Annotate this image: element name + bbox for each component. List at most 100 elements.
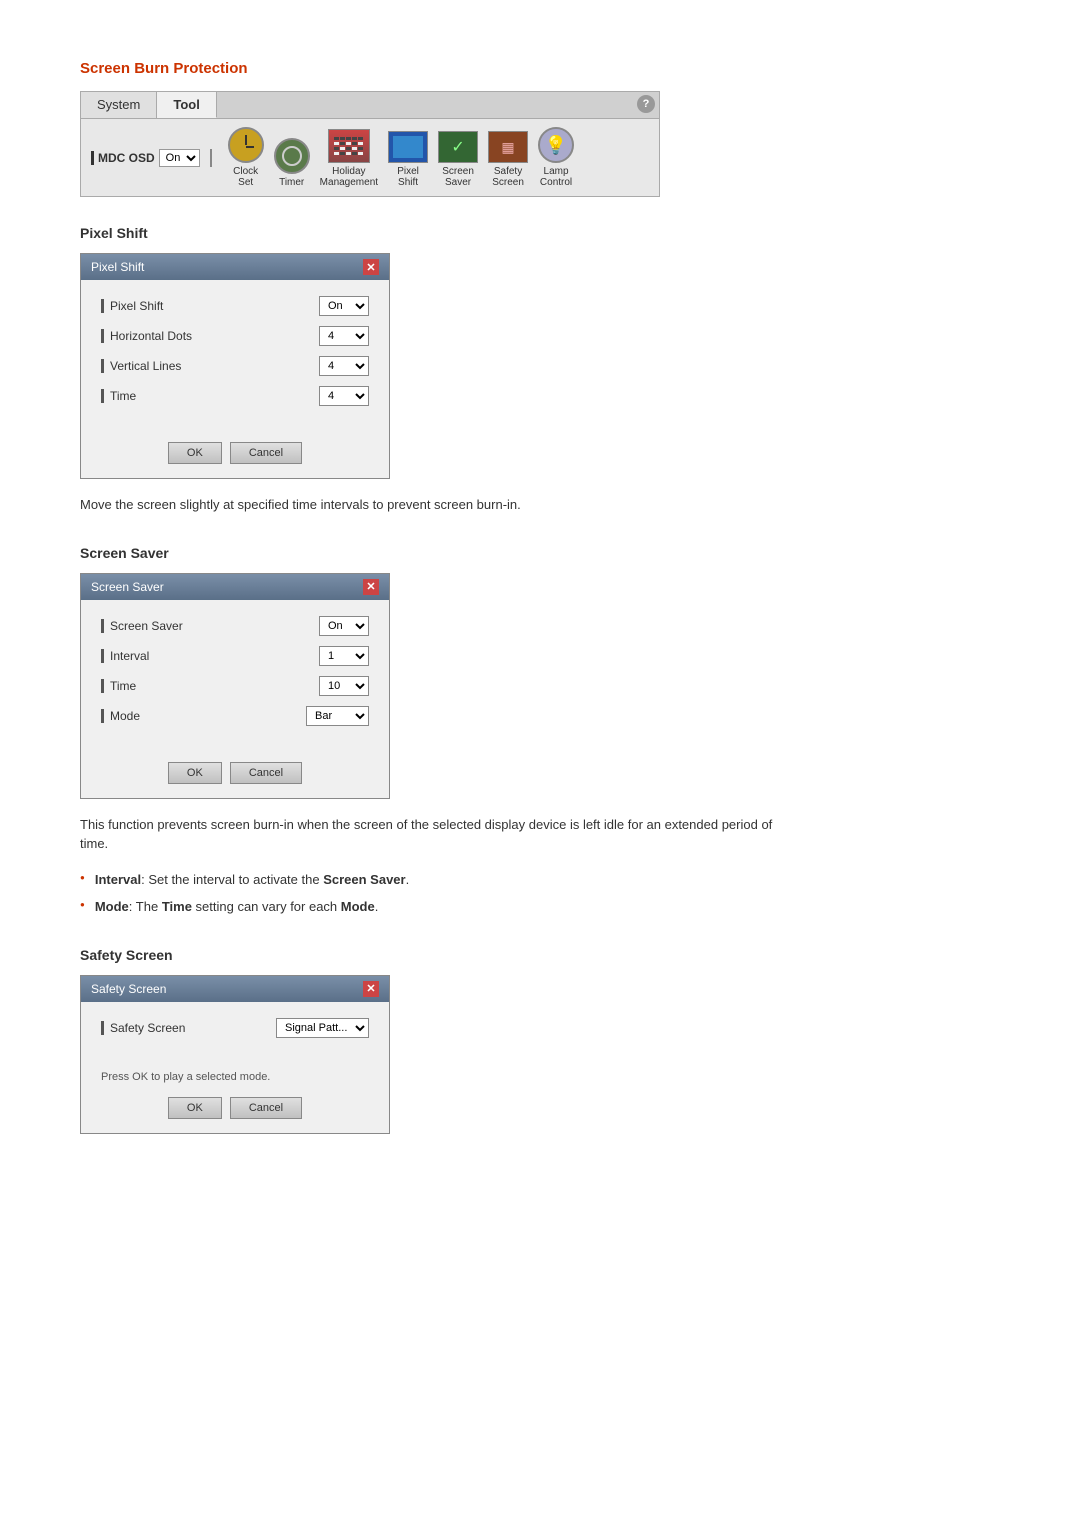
screen-saver-close-button[interactable]: ✕	[363, 579, 379, 595]
screen-saver-label-1: Interval	[101, 649, 319, 663]
mdc-osd-select[interactable]: On Off	[159, 149, 200, 167]
toolbar-icon-clock-set[interactable]: ClockSet	[228, 127, 264, 188]
timer-icon	[274, 138, 310, 174]
screen-saver-control-3: BarEraserPixel	[306, 706, 369, 726]
screen-saver-control-1: 123	[319, 646, 369, 666]
pixel-shift-ok-button[interactable]: OK	[168, 442, 222, 464]
safety-screen-row-0: Safety Screen Signal Patt...ScrollBar	[101, 1018, 369, 1038]
pixel-shift-row-0: Pixel Shift OnOff	[101, 296, 369, 316]
toolbar-body: MDC OSD On Off ClockSet Timer	[81, 119, 659, 196]
screen-saver-row-3: Mode BarEraserPixel	[101, 706, 369, 726]
pixel-shift-control-1: 4321	[319, 326, 369, 346]
bullet-sep-interval: : Set the interval to activate the	[141, 872, 323, 887]
toolbar-icon-safety-screen[interactable]: ▦ SafetyScreen	[488, 131, 528, 188]
pixel-shift-label-3: Time	[101, 389, 319, 403]
screen-saver-control-2: 102030	[319, 676, 369, 696]
safety-screen-icon: ▦	[488, 131, 528, 163]
tab-system[interactable]: System	[81, 92, 157, 118]
screen-saver-row-1: Interval 123	[101, 646, 369, 666]
help-button[interactable]: ?	[637, 95, 655, 113]
pixel-shift-dialog-titlebar: Pixel Shift ✕	[81, 254, 389, 280]
safety-screen-cancel-button[interactable]: Cancel	[230, 1097, 302, 1119]
screen-saver-label-0: Screen Saver	[101, 619, 319, 633]
screen-saver-check-icon: ✓	[451, 137, 464, 157]
bullet-end-interval: .	[406, 872, 410, 887]
screen-saver-section: Screen Saver Screen Saver ✕ Screen Saver…	[80, 545, 1000, 917]
bullet-dot-mode: ●	[80, 899, 85, 911]
pixel-shift-label: PixelShift	[397, 166, 419, 188]
toolbar-panel: System Tool ? MDC OSD On Off ClockSet Ti…	[80, 91, 660, 197]
holiday-row3	[331, 147, 367, 150]
bullet-bold-screen-saver: Screen Saver	[323, 872, 405, 887]
lamp-control-icon: 💡	[538, 127, 574, 163]
bullet-bold-mode2: Mode	[341, 899, 375, 914]
mdc-osd-label: MDC OSD	[91, 151, 155, 165]
screen-saver-dialog-body: Screen Saver OnOff Interval 123 Time	[81, 600, 389, 752]
bullet-bold-time: Time	[162, 899, 192, 914]
screen-saver-subtitle: Screen Saver	[80, 545, 1000, 561]
toolbar-tabs: System Tool ?	[81, 92, 659, 119]
pixel-shift-control-3: 4321	[319, 386, 369, 406]
pixel-shift-control-0: OnOff	[319, 296, 369, 316]
screen-saver-label: ScreenSaver	[442, 166, 474, 188]
screen-saver-row-2: Time 102030	[101, 676, 369, 696]
toolbar-icon-pixel-shift[interactable]: PixelShift	[388, 131, 428, 188]
safety-screen-subtitle: Safety Screen	[80, 947, 1000, 963]
timer-label: Timer	[279, 177, 304, 188]
safety-screen-control-0: Signal Patt...ScrollBar	[276, 1018, 369, 1038]
safety-screen-select-0[interactable]: Signal Patt...ScrollBar	[276, 1018, 369, 1038]
pixel-shift-cancel-button[interactable]: Cancel	[230, 442, 302, 464]
toolbar-icon-timer[interactable]: Timer	[274, 138, 310, 188]
screen-saver-select-2[interactable]: 102030	[319, 676, 369, 696]
safety-screen-dialog-footer: OK Cancel	[81, 1087, 389, 1133]
pixel-shift-select-3[interactable]: 4321	[319, 386, 369, 406]
screen-saver-cancel-button[interactable]: Cancel	[230, 762, 302, 784]
tab-tool[interactable]: Tool	[157, 92, 216, 118]
safety-screen-dialog-titlebar: Safety Screen ✕	[81, 976, 389, 1002]
safety-screen-section: Safety Screen Safety Screen ✕ Safety Scr…	[80, 947, 1000, 1134]
pixel-shift-label-2: Vertical Lines	[101, 359, 319, 373]
screen-saver-description: This function prevents screen burn-in wh…	[80, 815, 800, 854]
safety-screen-note: Press OK to play a selected mode.	[81, 1064, 389, 1087]
safety-screen-dialog-body: Safety Screen Signal Patt...ScrollBar	[81, 1002, 389, 1064]
screen-saver-dialog-titlebar: Screen Saver ✕	[81, 574, 389, 600]
toolbar-icon-screen-saver[interactable]: ✓ ScreenSaver	[438, 131, 478, 188]
screen-saver-select-1[interactable]: 123	[319, 646, 369, 666]
pixel-shift-dialog-body: Pixel Shift OnOff Horizontal Dots 4321 V…	[81, 280, 389, 432]
pixel-shift-section: Pixel Shift Pixel Shift ✕ Pixel Shift On…	[80, 225, 1000, 515]
pixel-shift-label-1: Horizontal Dots	[101, 329, 319, 343]
safety-screen-dialog: Safety Screen ✕ Safety Screen Signal Pat…	[80, 975, 390, 1134]
page-title: Screen Burn Protection	[80, 60, 1000, 77]
bullet-keyword-mode: Mode	[95, 899, 129, 914]
bullet-dot-interval: ●	[80, 872, 85, 884]
toolbar-icon-holiday[interactable]: HolidayManagement	[320, 129, 378, 188]
pixel-shift-row-1: Horizontal Dots 4321	[101, 326, 369, 346]
screen-saver-ok-button[interactable]: OK	[168, 762, 222, 784]
screen-saver-icon: ✓	[438, 131, 478, 163]
safety-screen-close-button[interactable]: ✕	[363, 981, 379, 997]
toolbar-icon-lamp-control[interactable]: 💡 LampControl	[538, 127, 574, 188]
pixel-shift-select-2[interactable]: 4321	[319, 356, 369, 376]
screen-saver-select-3[interactable]: BarEraserPixel	[306, 706, 369, 726]
holiday-row4	[331, 152, 367, 155]
screen-saver-dialog-footer: OK Cancel	[81, 752, 389, 798]
screen-saver-dialog: Screen Saver ✕ Screen Saver OnOff Interv…	[80, 573, 390, 799]
pixel-shift-label-0: Pixel Shift	[101, 299, 319, 313]
pixel-shift-select-0[interactable]: OnOff	[319, 296, 369, 316]
screen-saver-select-0[interactable]: OnOff	[319, 616, 369, 636]
holiday-icon	[328, 129, 370, 163]
mdc-osd-group: MDC OSD On Off	[91, 149, 212, 167]
holiday-row2	[331, 142, 367, 145]
pixel-shift-subtitle: Pixel Shift	[80, 225, 1000, 241]
safety-screen-label: SafetyScreen	[492, 166, 524, 188]
pixel-shift-select-1[interactable]: 4321	[319, 326, 369, 346]
pixel-shift-dialog: Pixel Shift ✕ Pixel Shift OnOff Horizont…	[80, 253, 390, 479]
pixel-shift-close-button[interactable]: ✕	[363, 259, 379, 275]
timer-icon-inner	[282, 146, 302, 166]
holiday-label: HolidayManagement	[320, 166, 378, 188]
screen-saver-bullets: ● Interval: Set the interval to activate…	[80, 870, 1000, 917]
bullet-item-mode: ● Mode: The Time setting can vary for ea…	[80, 897, 760, 917]
safety-screen-ok-button[interactable]: OK	[168, 1097, 222, 1119]
screen-saver-label-2: Time	[101, 679, 319, 693]
screen-saver-label-3: Mode	[101, 709, 306, 723]
